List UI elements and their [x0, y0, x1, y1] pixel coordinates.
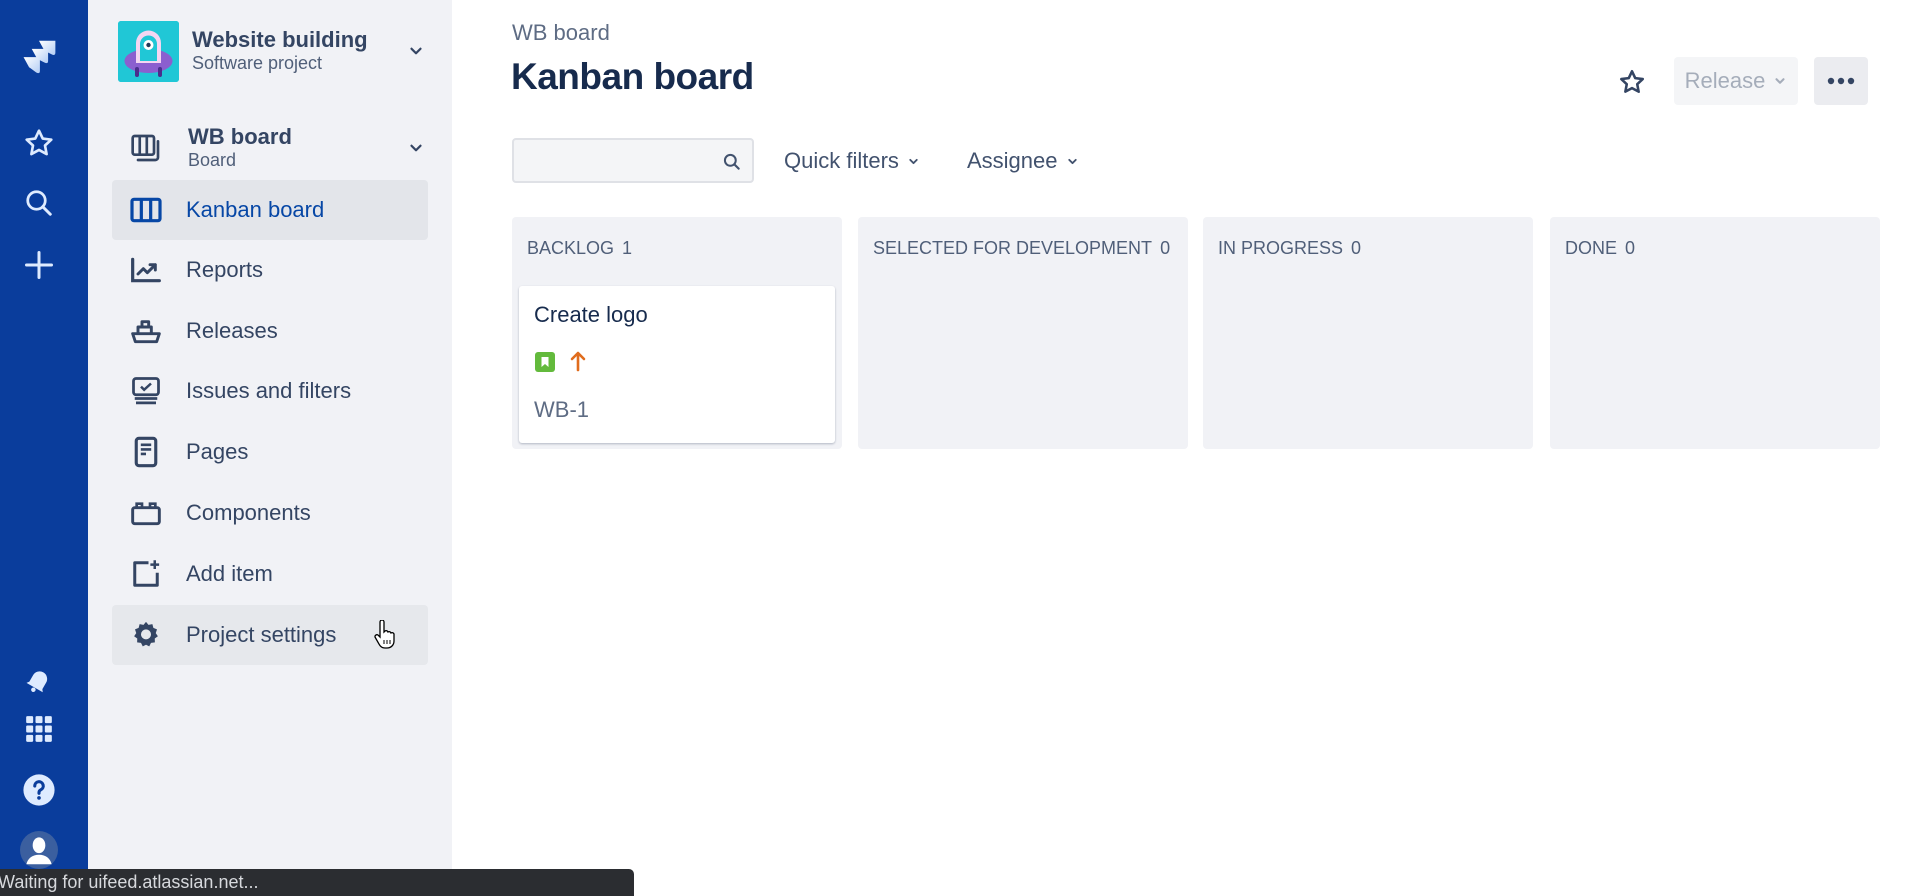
column-header: SELECTED FOR DEVELOPMENT 0 — [873, 238, 1170, 259]
column-count: 0 — [1351, 238, 1362, 258]
release-label: Release — [1684, 68, 1766, 93]
sidebar-item-label: Components — [186, 500, 311, 525]
plus-icon — [25, 251, 53, 279]
sidebar-item-label: Project settings — [186, 622, 337, 647]
column-header: BACKLOG 1 — [527, 238, 632, 259]
column-count: 1 — [622, 238, 633, 258]
help-icon — [23, 774, 55, 806]
avatar-icon — [20, 831, 58, 869]
sidebar-item-components[interactable]: Components — [112, 483, 428, 543]
column-title: BACKLOG — [527, 238, 615, 258]
assignee-label: Assignee — [967, 148, 1058, 173]
board-column-backlog: BACKLOG 1 Create logo WB-1 — [512, 217, 842, 449]
quick-filters-dropdown[interactable]: Quick filters — [784, 145, 920, 177]
page-icon — [130, 436, 162, 468]
app-switcher-button[interactable] — [19, 709, 59, 749]
board-switcher[interactable]: WB board Board — [130, 122, 428, 174]
global-navigation — [0, 0, 88, 896]
quick-filters-label: Quick filters — [784, 148, 899, 173]
issue-card[interactable]: Create logo WB-1 — [519, 286, 835, 443]
sidebar-item-releases[interactable]: Releases — [112, 301, 428, 361]
sidebar-item-issues-and-filters[interactable]: Issues and filters — [112, 361, 428, 421]
more-icon — [1827, 77, 1855, 85]
project-type: Software project — [192, 53, 323, 73]
browser-status-bar: Waiting for uifeed.atlassian.net... — [0, 869, 634, 896]
issue-key[interactable]: WB-1 — [534, 397, 589, 423]
sidebar-item-label: Issues and filters — [186, 378, 352, 403]
project-name: Website building — [192, 27, 368, 52]
sidebar-item-label: Add item — [186, 561, 273, 586]
help-button[interactable] — [19, 770, 59, 810]
board-columns-icon — [130, 194, 162, 226]
create-button[interactable] — [19, 245, 59, 285]
add-item-icon — [130, 558, 162, 590]
component-icon — [130, 497, 162, 529]
priority-high-icon — [570, 351, 586, 372]
sidebar-item-add-item[interactable]: Add item — [112, 544, 428, 604]
bell-icon — [26, 671, 48, 693]
chart-line-icon — [130, 254, 162, 286]
grid-icon — [26, 716, 52, 742]
project-sidebar: Website building Software project WB boa… — [88, 0, 452, 896]
story-icon — [535, 352, 555, 372]
star-icon — [1619, 69, 1645, 93]
board-column-done: DONE 0 — [1550, 217, 1880, 449]
chevron-down-icon — [404, 136, 428, 160]
board-column-selected-for-development: SELECTED FOR DEVELOPMENT 0 — [858, 217, 1188, 449]
column-title: DONE — [1565, 238, 1618, 258]
column-count: 0 — [1160, 238, 1171, 258]
breadcrumb[interactable]: WB board — [512, 20, 610, 46]
board-icon — [130, 132, 162, 164]
column-header: IN PROGRESS 0 — [1218, 238, 1361, 259]
column-title: IN PROGRESS — [1218, 238, 1344, 258]
board-type: Board — [188, 150, 237, 170]
issue-summary: Create logo — [534, 302, 648, 327]
board-column-in-progress: IN PROGRESS 0 — [1203, 217, 1533, 449]
search-button[interactable] — [19, 183, 59, 223]
chevron-down-icon — [1775, 78, 1785, 84]
project-avatar-icon — [118, 20, 179, 82]
release-button[interactable]: Release — [1674, 57, 1798, 105]
search-input[interactable] — [514, 140, 752, 181]
issues-icon — [130, 375, 162, 407]
sidebar-item-label: Releases — [186, 318, 278, 343]
board-search — [512, 138, 754, 183]
main-content: WB board Kanban board Release Quick filt… — [452, 0, 1920, 896]
assignee-dropdown[interactable]: Assignee — [967, 145, 1079, 177]
notifications-button[interactable] — [19, 660, 59, 700]
project-switcher[interactable]: Website building Software project — [118, 20, 428, 82]
star-icon — [25, 129, 53, 156]
sidebar-item-label: Kanban board — [186, 197, 325, 222]
page-title: Kanban board — [511, 56, 754, 97]
sidebar-item-label: Pages — [186, 439, 249, 464]
column-count: 0 — [1625, 238, 1636, 258]
project-avatar — [118, 20, 179, 82]
jira-logo-icon — [23, 40, 56, 74]
column-header: DONE 0 — [1565, 238, 1635, 259]
chevron-down-icon — [1067, 158, 1077, 164]
profile-button[interactable] — [19, 830, 59, 870]
sidebar-item-reports[interactable]: Reports — [112, 240, 428, 300]
jira-logo-button[interactable] — [19, 38, 59, 78]
sidebar-item-kanban-board[interactable]: Kanban board — [112, 180, 428, 240]
sidebar-item-label: Reports — [186, 257, 264, 282]
chevron-down-icon — [404, 39, 428, 63]
search-icon — [723, 153, 740, 170]
chevron-down-icon — [909, 158, 918, 164]
star-board-button[interactable] — [1612, 62, 1652, 102]
search-icon — [26, 190, 52, 216]
sidebar-item-pages[interactable]: Pages — [112, 422, 428, 482]
column-title: SELECTED FOR DEVELOPMENT — [873, 238, 1153, 258]
sidebar-item-project-settings[interactable]: Project settings — [112, 605, 428, 665]
status-text: Waiting for uifeed.atlassian.net... — [0, 872, 259, 892]
board-name: WB board — [188, 124, 292, 149]
starred-button[interactable] — [19, 123, 59, 163]
gear-icon — [130, 619, 162, 651]
ship-icon — [130, 315, 162, 347]
more-actions-button[interactable] — [1814, 57, 1868, 105]
